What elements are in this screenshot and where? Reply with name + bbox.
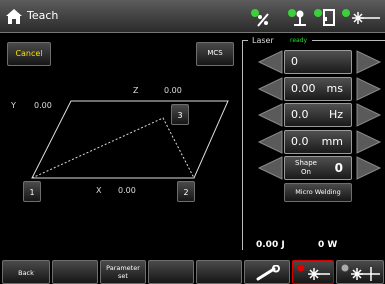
increment-arrow-icon[interactable]	[356, 77, 382, 101]
parameter-set-button[interactable]: Parameter set	[100, 260, 146, 284]
back-button-label: Back	[18, 269, 34, 277]
decrement-arrow-icon[interactable]	[257, 50, 283, 74]
decrement-arrow-icon[interactable]	[257, 103, 283, 127]
laser-standby-button[interactable]	[336, 260, 384, 284]
teach-point-label: 2	[183, 188, 189, 197]
micro-welding-button[interactable]: Micro Welding	[284, 183, 352, 202]
laser-emission-icon	[342, 9, 380, 24]
laser-ok-icon	[251, 9, 269, 27]
micro-welding-label: Micro Welding	[295, 188, 341, 196]
home-icon[interactable]	[6, 9, 22, 24]
laser-frame-line	[312, 40, 385, 41]
mcs-button[interactable]: MCS	[196, 42, 234, 66]
shape-value: 0	[334, 161, 343, 175]
title-bar: Teach	[0, 0, 385, 33]
frequency-value: 0.0	[291, 108, 309, 121]
parameter-set-line2: set	[118, 272, 128, 280]
increment-arrow-icon[interactable]	[356, 156, 382, 180]
empty-softkey-button[interactable]	[52, 260, 98, 284]
z-axis-label: Z	[133, 86, 139, 95]
empty-softkey-button[interactable]	[196, 260, 242, 284]
service-button[interactable]	[244, 260, 290, 284]
panel-divider	[242, 40, 243, 250]
workpiece-diagram	[31, 100, 229, 179]
shape-label-line1: Shape	[295, 159, 317, 167]
cancel-button-label: Cancel	[15, 49, 43, 58]
parameter-set-label: Parameter set	[101, 264, 145, 280]
laser-frame-line	[242, 40, 248, 41]
decrement-arrow-icon[interactable]	[257, 130, 283, 154]
laser-status-text: ready	[290, 37, 308, 44]
laser-section-title: Laser	[252, 36, 274, 45]
pulse-duration-field[interactable]: 0.00 ms	[284, 77, 352, 101]
increment-arrow-icon[interactable]	[356, 130, 382, 154]
door-status-icon	[314, 9, 335, 26]
teach-point-3-button[interactable]: 3	[171, 104, 189, 125]
laser-on-button[interactable]	[292, 260, 334, 284]
frequency-field[interactable]: 0.0 Hz	[284, 103, 352, 127]
energy-readout: 0.00 J	[256, 240, 285, 250]
laser-on-icon	[297, 264, 330, 280]
spot-size-value: 0.0	[291, 135, 309, 148]
wrench-icon	[256, 265, 280, 281]
spot-size-field[interactable]: 0.0 mm	[284, 130, 352, 154]
pulse-duration-value: 0.00	[291, 82, 316, 95]
laser-program-field[interactable]: 0	[284, 50, 352, 74]
shape-label-line2: On	[301, 168, 311, 176]
cancel-button[interactable]: Cancel	[7, 42, 51, 66]
laser-program-value: 0	[291, 55, 298, 68]
laser-standby-icon	[341, 264, 380, 281]
empty-softkey-button[interactable]	[148, 260, 194, 284]
parameter-set-line1: Parameter	[106, 264, 140, 272]
back-button[interactable]: Back	[2, 260, 50, 284]
shape-label: Shape On	[291, 159, 321, 177]
decrement-arrow-icon[interactable]	[257, 77, 283, 101]
z-coordinate-value: 0.00	[164, 86, 182, 95]
teach-point-label: 3	[177, 111, 183, 120]
teach-point-2-button[interactable]: 2	[177, 181, 195, 202]
increment-arrow-icon[interactable]	[356, 50, 382, 74]
mcs-button-label: MCS	[207, 49, 223, 57]
frequency-unit: Hz	[328, 108, 343, 121]
pulse-duration-unit: ms	[326, 82, 343, 95]
page-title: Teach	[27, 9, 59, 22]
shape-field[interactable]: Shape On 0	[284, 156, 352, 180]
operator-ok-icon	[288, 9, 306, 26]
increment-arrow-icon[interactable]	[356, 103, 382, 127]
power-readout: 0 W	[318, 240, 338, 250]
spot-size-unit: mm	[321, 135, 343, 148]
decrement-arrow-icon[interactable]	[257, 156, 283, 180]
teach-point-1-button[interactable]: 1	[23, 181, 41, 202]
teach-point-label: 1	[29, 188, 35, 197]
